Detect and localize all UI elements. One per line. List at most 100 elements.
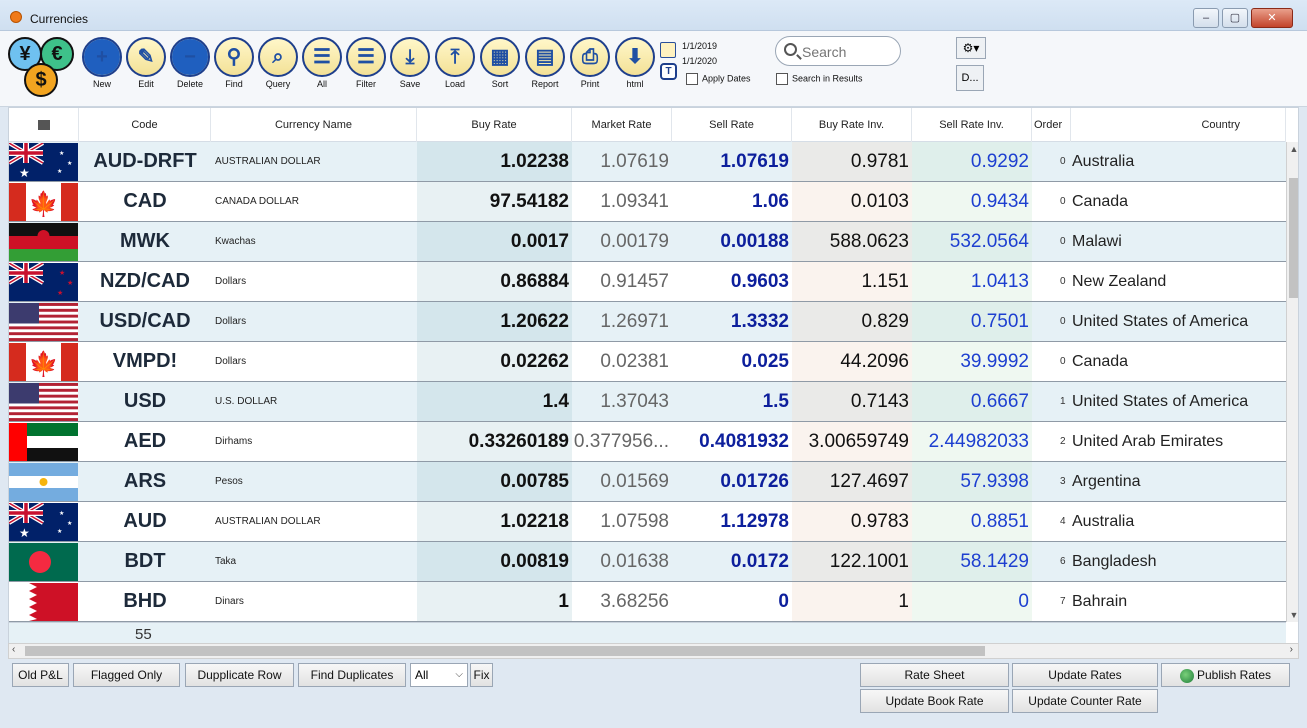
currency-name-cell[interactable]: Taka (211, 542, 417, 581)
currency-name-cell[interactable]: Dollars (211, 342, 417, 381)
code-cell[interactable]: BDT (79, 542, 211, 581)
sell-rate-cell[interactable]: 0.00188 (672, 222, 792, 261)
update-counter-rate-button[interactable]: Update Counter Rate (1012, 689, 1158, 713)
code-cell[interactable]: CAD (79, 182, 211, 221)
rate-sheet-button[interactable]: Rate Sheet (860, 663, 1009, 687)
buy-rate-cell[interactable]: 1.20622 (417, 302, 572, 341)
market-rate-cell[interactable]: 1.26971 (572, 302, 672, 341)
buy-rate-inv-cell[interactable]: 1.151 (792, 262, 912, 301)
order-cell[interactable]: 0 (1032, 302, 1071, 341)
toolbar-load-button[interactable]: ⤒ Load (435, 37, 475, 89)
settings-gear-button[interactable]: ⚙▾ (956, 37, 986, 59)
market-rate-cell[interactable]: 1.07598 (572, 502, 672, 541)
currency-name-cell[interactable]: Kwachas (211, 222, 417, 261)
table-row[interactable]: ★ ★ ★ NZD/CAD Dollars 0.86884 0.91457 0.9603 1.1… (9, 262, 1286, 302)
sell-rate-inv-cell[interactable]: 532.0564 (912, 222, 1032, 261)
vertical-scrollbar[interactable]: ▲ ▼ (1286, 142, 1298, 622)
scroll-down-icon[interactable]: ▼ (1287, 610, 1298, 620)
close-button[interactable]: ✕ (1251, 8, 1293, 28)
currency-name-cell[interactable]: AUSTRALIAN DOLLAR (211, 142, 417, 181)
d-button[interactable]: D... (956, 65, 984, 91)
date-to[interactable]: 1/1/2020 (682, 56, 717, 66)
table-row[interactable]: ★ ★ ★ ★ AUD AUSTRALIAN DOLLAR 1.02218 1.07598 1.… (9, 502, 1286, 542)
buy-rate-inv-cell[interactable]: 1 (792, 582, 912, 621)
maximize-button[interactable]: ▢ (1222, 8, 1248, 28)
header-buy-rate[interactable]: Buy Rate (417, 108, 572, 142)
code-cell[interactable]: AUD (79, 502, 211, 541)
currency-name-cell[interactable]: CANADA DOLLAR (211, 182, 417, 221)
country-cell[interactable]: Australia (1071, 502, 1286, 541)
sell-rate-inv-cell[interactable]: 0.9292 (912, 142, 1032, 181)
old-pl-button[interactable]: Old P&L (12, 663, 69, 687)
buy-rate-cell[interactable]: 1.4 (417, 382, 572, 421)
country-cell[interactable]: Australia (1071, 142, 1286, 181)
minimize-button[interactable]: – (1193, 8, 1219, 28)
order-cell[interactable]: 0 (1032, 262, 1071, 301)
table-row[interactable]: 🍁 VMPD! Dollars 0.02262 0.02381 0.025 44.2096 3… (9, 342, 1286, 382)
currency-name-cell[interactable]: Dollars (211, 302, 417, 341)
calendar-icon[interactable] (660, 42, 676, 58)
buy-rate-cell[interactable]: 1.02218 (417, 502, 572, 541)
table-row[interactable]: AED Dirhams 0.33260189 0.377956... 0.4081932… (9, 422, 1286, 462)
fix-button[interactable]: Fix (470, 663, 493, 687)
flagged-only-button[interactable]: Flagged Only (73, 663, 180, 687)
country-cell[interactable]: Canada (1071, 342, 1286, 381)
order-cell[interactable]: 4 (1032, 502, 1071, 541)
toolbar-print-button[interactable]: ⎙ Print (570, 37, 610, 89)
buy-rate-inv-cell[interactable]: 3.00659749 (792, 422, 912, 461)
market-rate-cell[interactable]: 0.91457 (572, 262, 672, 301)
date-from[interactable]: 1/1/2019 (682, 41, 717, 51)
header-flag[interactable] (9, 108, 79, 142)
sell-rate-inv-cell[interactable]: 0.6667 (912, 382, 1032, 421)
sell-rate-cell[interactable]: 1.5 (672, 382, 792, 421)
sell-rate-inv-cell[interactable]: 0.7501 (912, 302, 1032, 341)
buy-rate-cell[interactable]: 0.00819 (417, 542, 572, 581)
country-cell[interactable]: Bahrain (1071, 582, 1286, 621)
sell-rate-inv-cell[interactable]: 2.44982033 (912, 422, 1032, 461)
currency-name-cell[interactable]: Pesos (211, 462, 417, 501)
buy-rate-inv-cell[interactable]: 127.4697 (792, 462, 912, 501)
sell-rate-inv-cell[interactable]: 58.1429 (912, 542, 1032, 581)
sell-rate-inv-cell[interactable]: 0.8851 (912, 502, 1032, 541)
table-row[interactable]: USD/CAD Dollars 1.20622 1.26971 1.3332 0.829 0… (9, 302, 1286, 342)
order-cell[interactable]: 7 (1032, 582, 1071, 621)
code-cell[interactable]: NZD/CAD (79, 262, 211, 301)
header-sell-rate-inv[interactable]: Sell Rate Inv. (912, 108, 1032, 142)
search-in-results-checkbox[interactable]: Search in Results (776, 73, 863, 85)
buy-rate-inv-cell[interactable]: 0.7143 (792, 382, 912, 421)
apply-dates-checkbox[interactable]: Apply Dates (686, 73, 751, 85)
currency-name-cell[interactable]: U.S. DOLLAR (211, 382, 417, 421)
toolbar-save-button[interactable]: ⤓ Save (390, 37, 430, 89)
sell-rate-inv-cell[interactable]: 57.9398 (912, 462, 1032, 501)
buy-rate-inv-cell[interactable]: 588.0623 (792, 222, 912, 261)
code-cell[interactable]: VMPD! (79, 342, 211, 381)
buy-rate-cell[interactable]: 97.54182 (417, 182, 572, 221)
scroll-left-icon[interactable]: ‹ (12, 644, 15, 655)
buy-rate-cell[interactable]: 0.0017 (417, 222, 572, 261)
filter-select[interactable]: All ⌵ (410, 663, 468, 687)
checkbox-icon[interactable] (776, 73, 788, 85)
buy-rate-inv-cell[interactable]: 122.1001 (792, 542, 912, 581)
buy-rate-inv-cell[interactable]: 0.9783 (792, 502, 912, 541)
toolbar-html-download-button[interactable]: ⬇ html (615, 37, 655, 89)
table-row[interactable]: BDT Taka 0.00819 0.01638 0.0172 122.1001 58.14… (9, 542, 1286, 582)
sell-rate-cell[interactable]: 1.3332 (672, 302, 792, 341)
code-cell[interactable]: USD/CAD (79, 302, 211, 341)
toolbar-plus-button[interactable]: + New (82, 37, 122, 89)
market-rate-cell[interactable]: 0.01638 (572, 542, 672, 581)
currency-name-cell[interactable]: AUSTRALIAN DOLLAR (211, 502, 417, 541)
header-sell-rate[interactable]: Sell Rate (672, 108, 792, 142)
table-row[interactable]: ARS Pesos 0.00785 0.01569 0.01726 127.4697 57.… (9, 462, 1286, 502)
code-cell[interactable]: MWK (79, 222, 211, 261)
sell-rate-cell[interactable]: 1.12978 (672, 502, 792, 541)
header-market-rate[interactable]: Market Rate (572, 108, 672, 142)
scroll-right-icon[interactable]: › (1290, 644, 1293, 655)
sell-rate-cell[interactable]: 0.025 (672, 342, 792, 381)
buy-rate-inv-cell[interactable]: 44.2096 (792, 342, 912, 381)
header-buy-rate-inv[interactable]: Buy Rate Inv. (792, 108, 912, 142)
code-cell[interactable]: AED (79, 422, 211, 461)
country-cell[interactable]: Malawi (1071, 222, 1286, 261)
toolbar-filter-list-button[interactable]: ☰ Filter (346, 37, 386, 89)
buy-rate-inv-cell[interactable]: 0.829 (792, 302, 912, 341)
sell-rate-cell[interactable]: 0.9603 (672, 262, 792, 301)
